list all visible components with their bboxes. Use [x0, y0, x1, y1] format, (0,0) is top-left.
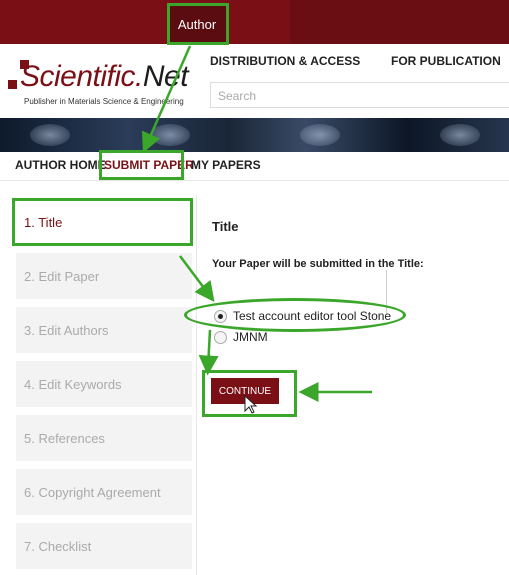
logo-square-icon	[8, 80, 17, 89]
step-copyright-agreement[interactable]: 6. Copyright Agreement	[16, 469, 192, 515]
step-checklist[interactable]: 7. Checklist	[16, 523, 192, 569]
panel-title: Title	[212, 219, 239, 234]
subnav-author-home[interactable]: AUTHOR HOME	[15, 158, 106, 172]
search-input[interactable]: Search	[210, 82, 509, 108]
option-label: Test account editor tool Stone	[233, 309, 392, 323]
continue-button[interactable]: CONTINUE	[211, 378, 279, 404]
step-title[interactable]: 1. Title	[16, 199, 192, 245]
radio-unchecked-icon[interactable]	[214, 330, 227, 344]
banner-light	[300, 124, 340, 146]
author-subnav: AUTHOR HOME SUBMIT PAPER MY PAPERS	[0, 152, 509, 181]
step-edit-authors[interactable]: 3. Edit Authors	[16, 307, 192, 353]
author-tab[interactable]: Author	[168, 6, 226, 42]
scientific-net-logo[interactable]: Scientific.Net Publisher in Materials Sc…	[8, 54, 198, 110]
subnav-my-papers[interactable]: MY PAPERS	[191, 158, 261, 172]
subnav-submit-paper[interactable]: SUBMIT PAPER	[104, 158, 194, 172]
top-bar-right	[290, 0, 509, 44]
header-banner-image	[0, 118, 509, 152]
logo-tagline: Publisher in Materials Science & Enginee…	[24, 97, 184, 106]
banner-light	[440, 124, 480, 146]
divider	[386, 270, 387, 314]
title-option-jmnm[interactable]: JMNM	[214, 330, 268, 344]
panel-label: Your Paper will be submitted in the Titl…	[212, 258, 424, 270]
step-edit-paper[interactable]: 2. Edit Paper	[16, 253, 192, 299]
nav-distribution-access[interactable]: DISTRIBUTION & ACCESS	[210, 54, 360, 68]
banner-light	[150, 124, 190, 146]
step-references[interactable]: 5. References	[16, 415, 192, 461]
logo-wordmark: Scientific.Net	[20, 60, 189, 93]
title-option-test-account[interactable]: Test account editor tool Stone	[214, 309, 391, 323]
radio-checked-icon[interactable]	[214, 309, 227, 323]
top-bar: Author	[0, 0, 509, 44]
step-edit-keywords[interactable]: 4. Edit Keywords	[16, 361, 192, 407]
option-label: JMNM	[233, 330, 268, 344]
banner-light	[30, 124, 70, 146]
nav-for-publication[interactable]: FOR PUBLICATION	[391, 54, 501, 68]
